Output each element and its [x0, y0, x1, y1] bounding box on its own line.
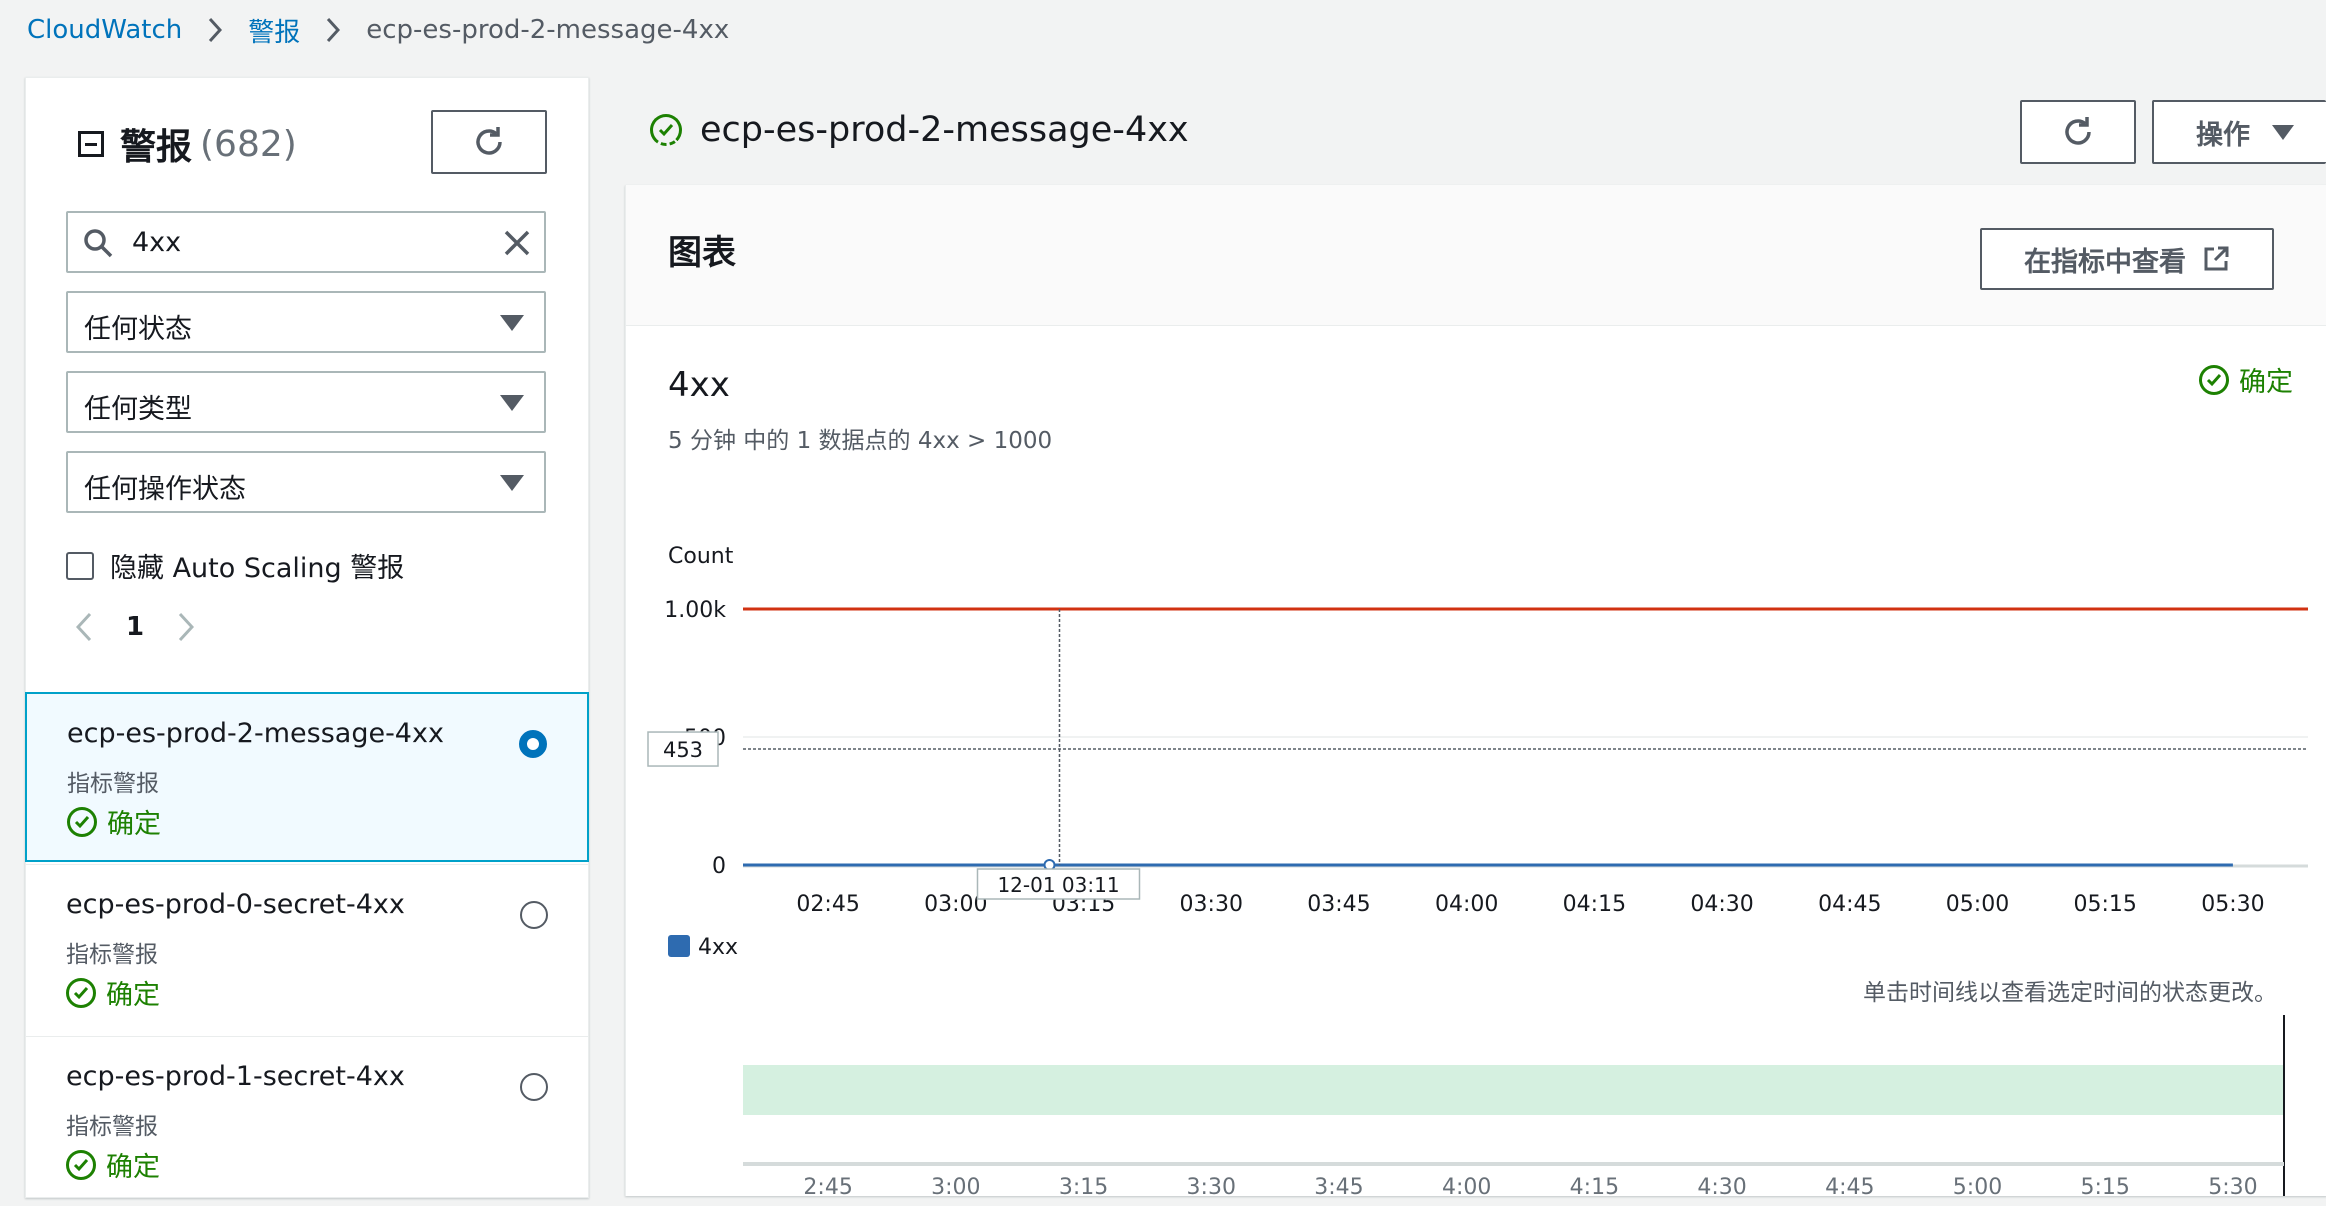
collapse-icon[interactable]	[78, 131, 104, 157]
alarm-select-radio[interactable]	[520, 1073, 548, 1101]
action-state-filter-select[interactable]: 任何操作状态	[66, 451, 546, 513]
check-circle-icon	[67, 806, 97, 837]
timeline-tick-label: 3:30	[1187, 1175, 1236, 1196]
refresh-icon	[2065, 117, 2091, 145]
alarm-type: 指标警报	[67, 771, 159, 797]
alarm-list-panel: 警报 (682) 4xx 任何状态 任何类型 任何操作状态 隐藏 Auto Sc…	[25, 77, 589, 1198]
hide-autoscaling-label: 隐藏 Auto Scaling 警报	[110, 553, 405, 584]
search-input[interactable]: 4xx	[66, 211, 546, 273]
action-state-filter-value: 任何操作状态	[84, 474, 246, 505]
state-filter-value: 任何状态	[84, 314, 192, 345]
alarm-count: (682)	[200, 123, 297, 165]
caret-down-icon	[500, 475, 524, 491]
alarm-state: 确定	[66, 973, 160, 1012]
x-tick-label: 04:00	[1435, 892, 1498, 917]
x-tick-label: 05:15	[2074, 892, 2137, 917]
panel-title-text: 警报	[120, 127, 193, 168]
page-number[interactable]: 1	[126, 612, 144, 642]
y-tick-label: 1.00k	[664, 598, 726, 623]
alarm-list-item[interactable]: ecp-es-prod-2-message-4xx 指标警报 确定	[25, 692, 589, 862]
alarm-state-label: 确定	[106, 980, 160, 1011]
check-circle-icon	[66, 977, 96, 1008]
timeline-tick-label: 5:15	[2081, 1175, 2130, 1196]
timeline-tick-label: 4:45	[1825, 1175, 1874, 1196]
x-tick-label: 03:45	[1307, 892, 1370, 917]
check-circle-icon	[650, 114, 682, 146]
alarm-list-item[interactable]: ecp-es-prod-1-secret-4xx 指标警报 确定	[26, 1036, 588, 1206]
chevron-right-icon	[326, 17, 341, 43]
alarm-select-radio[interactable]	[520, 901, 548, 929]
actions-dropdown-button[interactable]: 操作	[2152, 100, 2326, 164]
caret-down-icon	[2272, 124, 2294, 140]
alarm-detail-name: ecp-es-prod-2-message-4xx	[700, 110, 1189, 150]
breadcrumb-cloudwatch[interactable]: CloudWatch	[27, 15, 182, 45]
refresh-list-button[interactable]	[431, 110, 547, 174]
pagination: 1	[76, 612, 195, 642]
alarm-detail-title: ecp-es-prod-2-message-4xx	[650, 110, 1189, 150]
breadcrumb-alarms[interactable]: 警报	[248, 12, 300, 49]
timeline-tick-label: 5:00	[1953, 1175, 2002, 1196]
timeline-tick-label: 3:45	[1314, 1175, 1363, 1196]
x-tick-label: 04:15	[1563, 892, 1626, 917]
x-tick-label: 03:30	[1180, 892, 1243, 917]
alarm-state: 确定	[67, 802, 161, 841]
type-filter-select[interactable]: 任何类型	[66, 371, 546, 433]
refresh-icon	[476, 127, 502, 155]
breadcrumb: CloudWatch 警报 ecp-es-prod-2-message-4xx	[27, 12, 729, 48]
x-tick-label: 02:45	[796, 892, 859, 917]
caret-down-icon	[500, 395, 524, 411]
timeline-hint: 单击时间线以查看选定时间的状态更改。	[1863, 980, 2277, 1006]
alarm-name: ecp-es-prod-1-secret-4xx	[66, 1061, 405, 1092]
timeline-tick-label: 4:15	[1570, 1175, 1619, 1196]
alarm-name: ecp-es-prod-2-message-4xx	[67, 718, 444, 749]
x-tick-label: 05:00	[1946, 892, 2009, 917]
search-icon	[84, 229, 113, 258]
y-axis-label: Count	[668, 544, 734, 569]
timeline-tick-label: 4:00	[1442, 1175, 1491, 1196]
chevron-left-icon[interactable]	[76, 612, 92, 642]
chevron-right-icon[interactable]	[178, 612, 195, 642]
alarm-list-item[interactable]: ecp-es-prod-0-secret-4xx 指标警报 确定	[26, 864, 588, 1034]
clear-icon[interactable]	[502, 228, 532, 258]
breadcrumb-current: ecp-es-prod-2-message-4xx	[366, 15, 730, 45]
legend-label-4xx: 4xx	[698, 935, 738, 960]
actions-label: 操作	[2196, 119, 2250, 151]
alarm-state-label: 确定	[106, 1152, 160, 1183]
check-circle-icon	[66, 1149, 96, 1180]
timeline-tick-label: 4:30	[1697, 1175, 1746, 1196]
timeline-tick-label: 5:30	[2208, 1175, 2257, 1196]
legend-swatch-4xx	[668, 935, 690, 957]
alarm-select-radio[interactable]	[519, 730, 547, 758]
timeline-tick-label: 3:00	[931, 1175, 980, 1196]
x-tick-label: 04:45	[1818, 892, 1881, 917]
search-value: 4xx	[132, 227, 182, 258]
alarm-type: 指标警报	[66, 1114, 158, 1140]
refresh-detail-button[interactable]	[2020, 100, 2136, 164]
metric-chart[interactable]: Count05001.00k02:4503:0003:1503:3003:450…	[626, 185, 2326, 1196]
x-tick-label: 05:30	[2201, 892, 2264, 917]
state-filter-select[interactable]: 任何状态	[66, 291, 546, 353]
alarm-name: ecp-es-prod-0-secret-4xx	[66, 889, 405, 920]
graph-card: 图表 在指标中查看 4xx 5 分钟 中的 1 数据点的 4xx > 1000 …	[625, 185, 2326, 1196]
y-tick-label: 0	[712, 854, 726, 879]
timeline-tick-label: 2:45	[803, 1175, 852, 1196]
hide-autoscaling-option: 隐藏 Auto Scaling 警报	[66, 546, 404, 585]
cursor-y-label: 453	[663, 738, 703, 762]
cursor-x-label: 12-01 03:11	[997, 873, 1119, 897]
alarm-type: 指标警报	[66, 942, 158, 968]
alarm-state: 确定	[66, 1145, 160, 1184]
timeline-ok-band	[743, 1065, 2284, 1115]
caret-down-icon	[500, 315, 524, 331]
type-filter-value: 任何类型	[84, 394, 192, 425]
alarm-state-label: 确定	[107, 809, 161, 840]
x-tick-label: 04:30	[1690, 892, 1753, 917]
panel-title: 警报 (682)	[78, 118, 297, 170]
hide-autoscaling-checkbox[interactable]	[66, 551, 94, 580]
timeline-tick-label: 3:15	[1059, 1175, 1108, 1196]
chevron-right-icon	[208, 17, 223, 43]
